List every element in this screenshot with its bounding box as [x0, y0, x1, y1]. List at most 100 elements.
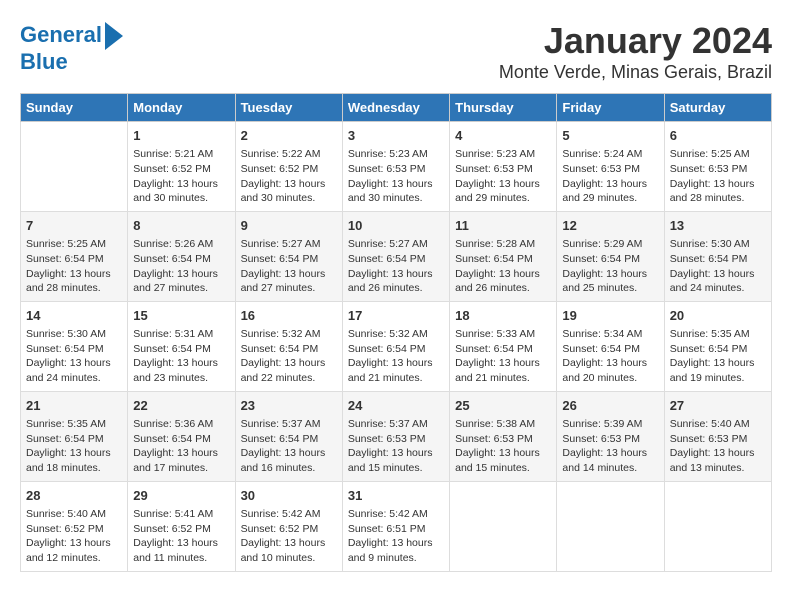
- day-info: Sunrise: 5:34 AM Sunset: 6:54 PM Dayligh…: [562, 327, 658, 386]
- calendar-cell: [557, 481, 664, 571]
- day-number: 25: [455, 397, 551, 415]
- day-number: 8: [133, 217, 229, 235]
- calendar-cell: 14 Sunrise: 5:30 AM Sunset: 6:54 PM Dayli…: [21, 301, 128, 391]
- day-number: 17: [348, 307, 444, 325]
- day-number: 19: [562, 307, 658, 325]
- calendar-cell: 26 Sunrise: 5:39 AM Sunset: 6:53 PM Dayli…: [557, 391, 664, 481]
- calendar-cell: 31Sunrise: 5:42 AM Sunset: 6:51 PM Dayli…: [342, 481, 449, 571]
- day-number: 16: [241, 307, 337, 325]
- day-number: 9: [241, 217, 337, 235]
- calendar-cell: 12Sunrise: 5:29 AM Sunset: 6:54 PM Dayli…: [557, 211, 664, 301]
- day-number: 24: [348, 397, 444, 415]
- day-info: Sunrise: 5:42 AM Sunset: 6:52 PM Dayligh…: [241, 507, 337, 566]
- day-info: Sunrise: 5:22 AM Sunset: 6:52 PM Dayligh…: [241, 147, 337, 206]
- day-number: 29: [133, 487, 229, 505]
- logo-text: General: [20, 23, 102, 47]
- day-info: Sunrise: 5:26 AM Sunset: 6:54 PM Dayligh…: [133, 237, 229, 296]
- day-number: 26: [562, 397, 658, 415]
- calendar-title: January 2024: [499, 20, 772, 62]
- day-info: Sunrise: 5:23 AM Sunset: 6:53 PM Dayligh…: [348, 147, 444, 206]
- day-number: 13: [670, 217, 766, 235]
- day-number: 23: [241, 397, 337, 415]
- day-info: Sunrise: 5:24 AM Sunset: 6:53 PM Dayligh…: [562, 147, 658, 206]
- day-info: Sunrise: 5:31 AM Sunset: 6:54 PM Dayligh…: [133, 327, 229, 386]
- day-info: Sunrise: 5:23 AM Sunset: 6:53 PM Dayligh…: [455, 147, 551, 206]
- day-number: 3: [348, 127, 444, 145]
- calendar-cell: 25Sunrise: 5:38 AM Sunset: 6:53 PM Dayli…: [450, 391, 557, 481]
- day-info: Sunrise: 5:37 AM Sunset: 6:53 PM Dayligh…: [348, 417, 444, 476]
- day-number: 31: [348, 487, 444, 505]
- header-monday: Monday: [128, 94, 235, 122]
- day-number: 4: [455, 127, 551, 145]
- day-info: Sunrise: 5:41 AM Sunset: 6:52 PM Dayligh…: [133, 507, 229, 566]
- header-sunday: Sunday: [21, 94, 128, 122]
- week-row-2: 7 Sunrise: 5:25 AM Sunset: 6:54 PM Daylig…: [21, 211, 772, 301]
- week-row-1: 1 Sunrise: 5:21 AM Sunset: 6:52 PM Daylig…: [21, 122, 772, 212]
- day-info: Sunrise: 5:30 AM Sunset: 6:54 PM Dayligh…: [26, 327, 122, 386]
- header-wednesday: Wednesday: [342, 94, 449, 122]
- calendar-cell: 8 Sunrise: 5:26 AM Sunset: 6:54 PM Daylig…: [128, 211, 235, 301]
- title-block: January 2024 Monte Verde, Minas Gerais, …: [499, 20, 772, 83]
- calendar-cell: 10 Sunrise: 5:27 AM Sunset: 6:54 PM Dayli…: [342, 211, 449, 301]
- calendar-cell: 27 Sunrise: 5:40 AM Sunset: 6:53 PM Dayli…: [664, 391, 771, 481]
- day-info: Sunrise: 5:35 AM Sunset: 6:54 PM Dayligh…: [26, 417, 122, 476]
- calendar-cell: 28Sunrise: 5:40 AM Sunset: 6:52 PM Dayli…: [21, 481, 128, 571]
- day-info: Sunrise: 5:32 AM Sunset: 6:54 PM Dayligh…: [241, 327, 337, 386]
- calendar-cell: [21, 122, 128, 212]
- logo: General Blue: [20, 20, 123, 74]
- day-info: Sunrise: 5:27 AM Sunset: 6:54 PM Dayligh…: [348, 237, 444, 296]
- calendar-cell: 30Sunrise: 5:42 AM Sunset: 6:52 PM Dayli…: [235, 481, 342, 571]
- calendar-cell: 3 Sunrise: 5:23 AM Sunset: 6:53 PM Daylig…: [342, 122, 449, 212]
- calendar-cell: 24 Sunrise: 5:37 AM Sunset: 6:53 PM Dayli…: [342, 391, 449, 481]
- day-info: Sunrise: 5:28 AM Sunset: 6:54 PM Dayligh…: [455, 237, 551, 296]
- day-info: Sunrise: 5:21 AM Sunset: 6:52 PM Dayligh…: [133, 147, 229, 206]
- calendar-cell: 20Sunrise: 5:35 AM Sunset: 6:54 PM Dayli…: [664, 301, 771, 391]
- day-info: Sunrise: 5:32 AM Sunset: 6:54 PM Dayligh…: [348, 327, 444, 386]
- day-number: 18: [455, 307, 551, 325]
- calendar-cell: 22Sunrise: 5:36 AM Sunset: 6:54 PM Dayli…: [128, 391, 235, 481]
- calendar-cell: 21Sunrise: 5:35 AM Sunset: 6:54 PM Dayli…: [21, 391, 128, 481]
- calendar-cell: 2 Sunrise: 5:22 AM Sunset: 6:52 PM Daylig…: [235, 122, 342, 212]
- day-info: Sunrise: 5:30 AM Sunset: 6:54 PM Dayligh…: [670, 237, 766, 296]
- calendar-cell: 19 Sunrise: 5:34 AM Sunset: 6:54 PM Dayli…: [557, 301, 664, 391]
- calendar-table: SundayMondayTuesdayWednesdayThursdayFrid…: [20, 93, 772, 572]
- day-info: Sunrise: 5:36 AM Sunset: 6:54 PM Dayligh…: [133, 417, 229, 476]
- day-number: 1: [133, 127, 229, 145]
- day-info: Sunrise: 5:39 AM Sunset: 6:53 PM Dayligh…: [562, 417, 658, 476]
- calendar-cell: [450, 481, 557, 571]
- calendar-cell: 18 Sunrise: 5:33 AM Sunset: 6:54 PM Dayli…: [450, 301, 557, 391]
- calendar-cell: 29 Sunrise: 5:41 AM Sunset: 6:52 PM Dayli…: [128, 481, 235, 571]
- week-row-3: 14 Sunrise: 5:30 AM Sunset: 6:54 PM Dayli…: [21, 301, 772, 391]
- logo-arrow-icon: [105, 22, 123, 50]
- calendar-cell: 5 Sunrise: 5:24 AM Sunset: 6:53 PM Daylig…: [557, 122, 664, 212]
- calendar-cell: 13 Sunrise: 5:30 AM Sunset: 6:54 PM Dayli…: [664, 211, 771, 301]
- day-info: Sunrise: 5:27 AM Sunset: 6:54 PM Dayligh…: [241, 237, 337, 296]
- calendar-cell: 7 Sunrise: 5:25 AM Sunset: 6:54 PM Daylig…: [21, 211, 128, 301]
- header-saturday: Saturday: [664, 94, 771, 122]
- calendar-header-row: SundayMondayTuesdayWednesdayThursdayFrid…: [21, 94, 772, 122]
- day-number: 28: [26, 487, 122, 505]
- day-number: 2: [241, 127, 337, 145]
- calendar-cell: 4 Sunrise: 5:23 AM Sunset: 6:53 PM Daylig…: [450, 122, 557, 212]
- day-number: 14: [26, 307, 122, 325]
- calendar-subtitle: Monte Verde, Minas Gerais, Brazil: [499, 62, 772, 83]
- day-info: Sunrise: 5:40 AM Sunset: 6:53 PM Dayligh…: [670, 417, 766, 476]
- week-row-5: 28Sunrise: 5:40 AM Sunset: 6:52 PM Dayli…: [21, 481, 772, 571]
- day-number: 27: [670, 397, 766, 415]
- calendar-cell: 1 Sunrise: 5:21 AM Sunset: 6:52 PM Daylig…: [128, 122, 235, 212]
- day-number: 10: [348, 217, 444, 235]
- day-info: Sunrise: 5:25 AM Sunset: 6:54 PM Dayligh…: [26, 237, 122, 296]
- page-header: General Blue January 2024 Monte Verde, M…: [20, 20, 772, 83]
- calendar-cell: 16 Sunrise: 5:32 AM Sunset: 6:54 PM Dayli…: [235, 301, 342, 391]
- calendar-cell: 15 Sunrise: 5:31 AM Sunset: 6:54 PM Dayli…: [128, 301, 235, 391]
- day-info: Sunrise: 5:33 AM Sunset: 6:54 PM Dayligh…: [455, 327, 551, 386]
- day-number: 6: [670, 127, 766, 145]
- day-number: 15: [133, 307, 229, 325]
- day-number: 7: [26, 217, 122, 235]
- header-tuesday: Tuesday: [235, 94, 342, 122]
- day-number: 11: [455, 217, 551, 235]
- day-number: 5: [562, 127, 658, 145]
- day-info: Sunrise: 5:29 AM Sunset: 6:54 PM Dayligh…: [562, 237, 658, 296]
- day-info: Sunrise: 5:25 AM Sunset: 6:53 PM Dayligh…: [670, 147, 766, 206]
- logo-blue: Blue: [20, 50, 68, 74]
